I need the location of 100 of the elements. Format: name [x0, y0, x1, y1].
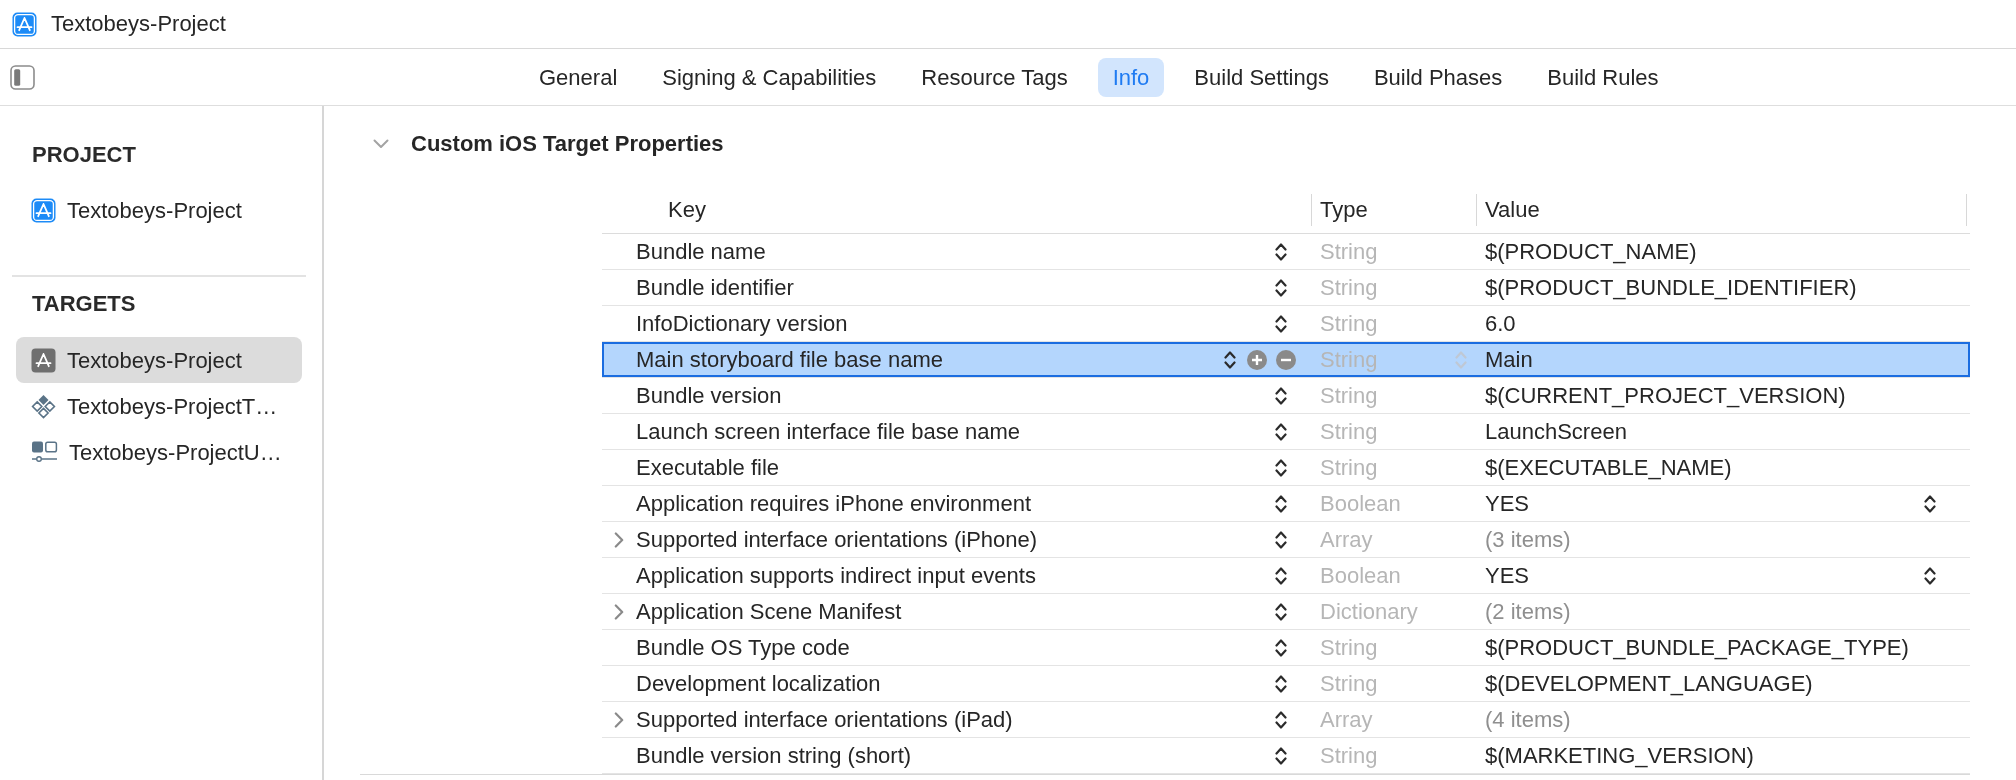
app-icon: [31, 197, 56, 223]
table-row[interactable]: Application supports indirect input events Boolean YES: [602, 558, 1970, 594]
property-value: $(MARKETING_VERSION): [1485, 742, 1754, 770]
property-key: Application supports indirect input events: [636, 559, 1275, 592]
type-label: Array: [1320, 526, 1373, 554]
type-label: String: [1320, 670, 1378, 698]
section-title: Custom iOS Target Properties: [411, 130, 724, 158]
minus-circle-icon[interactable]: [1276, 349, 1296, 370]
property-value: $(CURRENT_PROJECT_VERSION): [1485, 382, 1846, 410]
up-down-chevron-icon[interactable]: [1275, 637, 1287, 658]
property-value: $(EXECUTABLE_NAME): [1485, 454, 1732, 482]
property-key: Bundle identifier: [636, 271, 1275, 304]
up-down-chevron-icon[interactable]: [1275, 313, 1287, 334]
up-down-chevron-icon[interactable]: [1924, 565, 1936, 586]
up-down-chevron-icon[interactable]: [1275, 673, 1287, 694]
tab[interactable]: Signing & Capabilities: [647, 57, 892, 97]
chevron-right-icon[interactable]: [614, 711, 624, 728]
tab[interactable]: General: [524, 57, 633, 97]
column-header: Value: [1485, 196, 1540, 224]
property-value: Main: [1485, 346, 1533, 374]
diamonds-icon: [31, 393, 56, 419]
up-down-chevron-icon[interactable]: [1275, 277, 1287, 298]
property-key: Development localization: [636, 667, 1275, 700]
property-value: $(PRODUCT_BUNDLE_IDENTIFIER): [1485, 274, 1857, 302]
column-header: Key: [668, 196, 706, 224]
property-key: Executable file: [636, 451, 1275, 484]
screens-icon: [31, 439, 58, 465]
sidebar-item[interactable]: Textobeys-Project: [16, 187, 302, 233]
up-down-chevron-icon[interactable]: [1275, 709, 1287, 730]
section-header: PROJECT: [32, 141, 137, 169]
property-key: Application requires iPhone environment: [636, 487, 1275, 520]
type-label: String: [1320, 274, 1378, 302]
app-icon: [12, 11, 37, 37]
up-down-chevron-icon[interactable]: [1275, 241, 1287, 262]
up-down-chevron-icon[interactable]: [1275, 601, 1287, 622]
property-value: YES: [1485, 562, 1530, 590]
type-label: String: [1320, 238, 1378, 266]
window-title: Textobeys-Project: [51, 10, 226, 38]
up-down-chevron-icon[interactable]: [1275, 745, 1287, 766]
table-row[interactable]: Supported interface orientations (iPhone) Array (3 items): [602, 522, 1970, 558]
property-key: Supported interface orientations (iPad): [636, 703, 1275, 736]
up-down-chevron-icon[interactable]: [1275, 457, 1287, 478]
table-row[interactable]: Bundle identifier String $(PRODUCT_BUNDLE_IDENTIFIER): [602, 270, 1970, 306]
property-value: (2 items): [1485, 598, 1571, 626]
type-label: String: [1320, 454, 1378, 482]
table-row[interactable]: Launch screen interface file base name String LaunchScreen: [602, 414, 1970, 450]
chevron-right-icon[interactable]: [614, 603, 624, 620]
property-value: $(PRODUCT_BUNDLE_PACKAGE_TYPE): [1485, 634, 1909, 662]
type-label: Boolean: [1320, 562, 1401, 590]
up-down-chevron-icon[interactable]: [1924, 493, 1936, 514]
table-row[interactable]: Application Scene Manifest Dictionary (2 items): [602, 594, 1970, 630]
chevron-right-icon[interactable]: [614, 531, 624, 548]
property-key: Bundle version: [636, 379, 1275, 412]
property-key: Main storyboard file base name: [636, 343, 1224, 376]
table-row[interactable]: Bundle version string (short) String $(MARKETING_VERSION): [602, 738, 1970, 774]
table-row[interactable]: Bundle version String $(CURRENT_PROJECT_VERSION): [602, 378, 1970, 414]
type-label: String: [1320, 382, 1378, 410]
type-label: String: [1320, 310, 1378, 338]
property-key: Application Scene Manifest: [636, 595, 1275, 628]
up-down-chevron-icon[interactable]: [1275, 493, 1287, 514]
property-value: (4 items): [1485, 706, 1571, 734]
type-label: String: [1320, 346, 1378, 374]
sidebar-item[interactable]: Textobeys-ProjectT…: [16, 383, 302, 429]
up-down-chevron-icon[interactable]: [1275, 385, 1287, 406]
table-row[interactable]: Application requires iPhone environment Boolean YES: [602, 486, 1970, 522]
sidebar-toggle-icon[interactable]: [10, 64, 35, 90]
up-down-chevron-icon[interactable]: [1275, 421, 1287, 442]
up-down-chevron-icon[interactable]: [1224, 349, 1236, 370]
table-row[interactable]: Development localization String $(DEVELOPMENT_LANGUAGE): [602, 666, 1970, 702]
plus-circle-icon[interactable]: [1247, 349, 1267, 370]
property-key: Bundle name: [636, 235, 1275, 268]
up-down-chevron-icon[interactable]: [1275, 565, 1287, 586]
column-header: Type: [1320, 196, 1368, 224]
type-label: String: [1320, 634, 1378, 662]
property-value: $(DEVELOPMENT_LANGUAGE): [1485, 670, 1813, 698]
property-value: YES: [1485, 490, 1530, 518]
sidebar-item[interactable]: Textobeys-Project: [16, 337, 302, 383]
tab[interactable]: Resource Tags: [906, 57, 1083, 97]
property-key: Bundle version string (short): [636, 739, 1275, 772]
sidebar-item[interactable]: Textobeys-ProjectU…: [16, 429, 302, 475]
tab[interactable]: Build Rules: [1532, 57, 1674, 97]
table-row[interactable]: Supported interface orientations (iPad) Array (4 items): [602, 702, 1970, 738]
property-key: Bundle OS Type code: [636, 631, 1275, 664]
table-row[interactable]: Main storyboard file base name String Main: [602, 342, 1970, 378]
type-label: Dictionary: [1320, 598, 1418, 626]
type-label: Array: [1320, 706, 1373, 734]
property-value: $(PRODUCT_NAME): [1485, 238, 1697, 266]
property-key: Launch screen interface file base name: [636, 415, 1275, 448]
property-key: InfoDictionary version: [636, 307, 1275, 340]
tab[interactable]: Build Settings: [1179, 57, 1344, 97]
app-icon: [31, 347, 56, 373]
type-label: Boolean: [1320, 490, 1401, 518]
property-value: 6.0: [1485, 310, 1516, 338]
tab[interactable]: Build Phases: [1358, 57, 1518, 97]
section-header: TARGETS: [32, 290, 137, 318]
table-row[interactable]: Bundle name String $(PRODUCT_NAME): [602, 234, 1970, 270]
up-down-chevron-icon[interactable]: [1275, 529, 1287, 550]
table-row[interactable]: Bundle OS Type code String $(PRODUCT_BUNDLE_PACKAGE_TYPE): [602, 630, 1970, 666]
type-label: String: [1320, 418, 1378, 446]
table-row[interactable]: Executable file String $(EXECUTABLE_NAME): [602, 450, 1970, 486]
